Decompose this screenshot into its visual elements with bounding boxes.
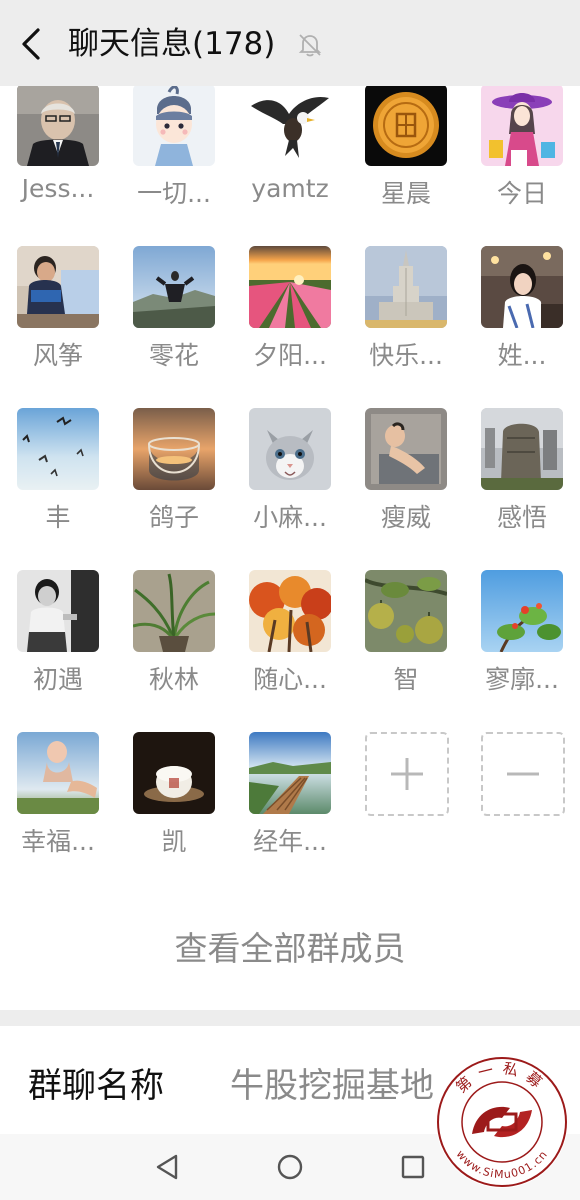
member-name: 初遇: [32, 665, 83, 694]
member-name: 星晨: [380, 179, 431, 208]
member-item[interactable]: yamtz: [232, 86, 348, 236]
member-avatar: [249, 732, 331, 814]
plus-icon: [391, 758, 423, 790]
member-item[interactable]: 寥廓...: [464, 560, 580, 722]
member-name: 经年...: [253, 827, 327, 856]
member-name: 今日: [496, 179, 547, 208]
member-item[interactable]: 夕阳...: [232, 236, 348, 398]
member-avatar: [481, 86, 563, 166]
member-name: 小麻...: [253, 503, 327, 532]
nav-home-icon[interactable]: [275, 1152, 305, 1182]
member-name: 丰: [45, 503, 71, 532]
member-avatar: [249, 246, 331, 328]
member-item[interactable]: 感悟: [464, 398, 580, 560]
member-name: 凯: [161, 827, 187, 856]
member-avatar: [481, 570, 563, 652]
member-item[interactable]: 幸福...: [0, 722, 116, 884]
member-avatar: [365, 86, 447, 166]
member-item[interactable]: 经年...: [232, 722, 348, 884]
member-item[interactable]: 姓...: [464, 236, 580, 398]
member-avatar: [365, 570, 447, 652]
member-avatar: [17, 732, 99, 814]
member-name: 瘦威: [380, 503, 431, 532]
mute-bell-icon: [298, 34, 322, 57]
member-name: 零花: [148, 341, 199, 370]
member-name: 风筝: [32, 341, 83, 370]
member-name: 秋林: [148, 665, 199, 694]
member-item[interactable]: Jess...: [0, 86, 116, 236]
member-avatar: [17, 570, 99, 652]
back-arrow-icon[interactable]: [18, 26, 48, 62]
top-bar: 聊天信息(178): [0, 0, 580, 86]
remove-member-button[interactable]: [481, 732, 565, 816]
member-name: 幸福...: [21, 827, 95, 856]
member-name: 姓...: [497, 341, 547, 370]
member-item[interactable]: 小麻...: [232, 398, 348, 560]
group-name-label: 群聊名称: [28, 1066, 164, 1106]
member-item[interactable]: 凯: [116, 722, 232, 884]
member-avatar: [481, 246, 563, 328]
member-name: 快乐...: [369, 341, 443, 370]
remove-member-cell: [464, 722, 580, 884]
member-avatar: [17, 246, 99, 328]
view-all-members-link[interactable]: 查看全部群成员: [0, 922, 580, 970]
member-item[interactable]: 风筝: [0, 236, 116, 398]
member-item[interactable]: 丰: [0, 398, 116, 560]
member-item[interactable]: 星晨: [348, 86, 464, 236]
member-name: 智: [393, 665, 419, 694]
minus-icon: [507, 772, 539, 776]
add-member-button[interactable]: [365, 732, 449, 816]
member-avatar: [249, 570, 331, 652]
group-name-value: 牛股挖掘基地: [230, 1066, 434, 1106]
add-member-cell: [348, 722, 464, 884]
member-avatar: [133, 86, 215, 166]
watermark-logo: 第一私募 www.SiMu001.cn: [436, 1056, 568, 1188]
member-item[interactable]: 瘦威: [348, 398, 464, 560]
member-item[interactable]: 秋林: [116, 560, 232, 722]
member-name: Jess...: [21, 174, 95, 203]
member-name: 鸽子: [148, 503, 199, 532]
member-item[interactable]: 鸽子: [116, 398, 232, 560]
member-avatar: [17, 408, 99, 490]
nav-recent-apps-icon[interactable]: [398, 1152, 428, 1182]
member-avatar: [133, 408, 215, 490]
member-name: 夕阳...: [253, 341, 327, 370]
member-avatar: [249, 86, 331, 166]
member-name: 感悟: [496, 503, 547, 532]
member-avatar: [365, 246, 447, 328]
member-panel: Jess... 一切... yamtz 星晨 今日 风筝 零花 夕阳... 快乐…: [0, 86, 580, 1010]
member-avatar: [133, 570, 215, 652]
member-name: yamtz: [251, 174, 329, 203]
member-item[interactable]: 零花: [116, 236, 232, 398]
member-name: 随心...: [253, 665, 327, 694]
member-avatar: [481, 408, 563, 490]
member-item[interactable]: 今日: [464, 86, 580, 236]
member-name: 一切...: [137, 179, 211, 208]
member-avatar: [133, 732, 215, 814]
member-avatar: [249, 408, 331, 490]
member-avatar: [17, 86, 99, 166]
member-item[interactable]: 快乐...: [348, 236, 464, 398]
member-item[interactable]: 智: [348, 560, 464, 722]
member-item[interactable]: 初遇: [0, 560, 116, 722]
page-title: 聊天信息(178): [68, 26, 276, 62]
member-item[interactable]: 一切...: [116, 86, 232, 236]
member-item[interactable]: 随心...: [232, 560, 348, 722]
member-avatar: [365, 408, 447, 490]
member-avatar: [133, 246, 215, 328]
member-name: 寥廓...: [485, 665, 559, 694]
nav-back-icon[interactable]: [152, 1152, 182, 1182]
